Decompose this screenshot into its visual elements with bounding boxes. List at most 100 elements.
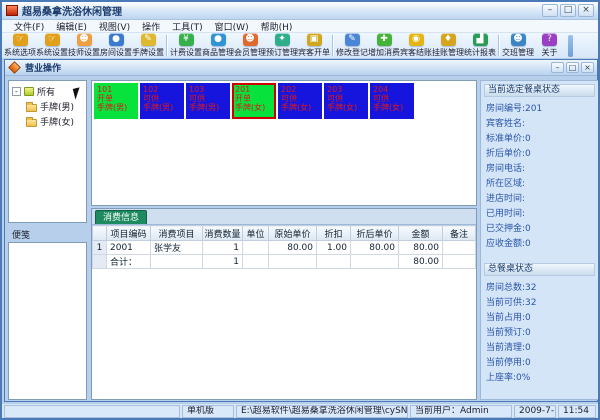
status-field-total-rooms: 房间总数:32 <box>486 281 593 296</box>
statusbar-current-user: 当前用户：Admin <box>410 405 512 418</box>
tree-item-label: 手牌(男) <box>40 100 74 113</box>
business-operations-window: 营业操作 – □ × - 所有 手牌(男) 手牌(女) <box>4 59 598 402</box>
tree-item-label: 手牌(女) <box>40 115 74 128</box>
consumption-table: 项目编码 消费项目 消费数量 单位 原始单价 折扣 折后单价 金额 备注 1 2… <box>92 225 476 269</box>
toolbar-separator <box>332 35 334 56</box>
toolbar-button-statistics-report[interactable]: ▟ 统计报表 <box>464 33 496 58</box>
status-field-room-phone: 房间电话: <box>486 162 593 177</box>
child-window-title: 营业操作 <box>25 61 549 74</box>
memo-box[interactable] <box>8 242 87 400</box>
minimize-button[interactable]: – <box>542 4 558 17</box>
menu-file[interactable]: 文件(F) <box>8 20 50 33</box>
table-header-row: 项目编码 消费项目 消费数量 单位 原始单价 折扣 折后单价 金额 备注 <box>93 226 476 241</box>
status-field-checkin-time: 进店时间: <box>486 192 593 207</box>
booking-icon: ✦ <box>275 33 290 46</box>
status-bar: 单机版 E:\超易软件\超易桑拿洗浴休闲管理\cySNXYData.sys 当前… <box>2 404 598 419</box>
toolbar-button-member-management[interactable]: ☻ 会员管理 <box>234 33 266 58</box>
child-window-body: - 所有 手牌(男) 手牌(女) 便笺 101 开单 <box>5 77 597 401</box>
memo-label: 便笺 <box>12 228 30 241</box>
child-maximize-button[interactable]: □ <box>566 62 579 73</box>
app-icon <box>6 5 18 16</box>
toolbar-button-booking-management[interactable]: ✦ 预订管理 <box>266 33 298 58</box>
toolbar-separator <box>498 35 500 56</box>
menu-view[interactable]: 视图(V) <box>93 20 136 33</box>
toolbar-overflow-handle[interactable] <box>568 35 573 57</box>
menu-tools[interactable]: 工具(T) <box>166 20 209 33</box>
toolbar-button-add-consumption[interactable]: ✚ 增加消费 <box>368 33 400 58</box>
toolbar-button-system-settings[interactable]: ☞ 系统设置 <box>36 33 68 58</box>
handcard-tile-101[interactable]: 101 开单 手牌(男) <box>94 83 138 119</box>
status-field-room-number: 房间编号:201 <box>486 102 593 117</box>
status-field-reserved: 当前预订:0 <box>486 326 593 341</box>
menu-window[interactable]: 窗口(W) <box>209 20 255 33</box>
title-bar: 超易桑拿洗浴休闲管理 – □ × <box>2 2 598 20</box>
status-field-available: 当前可供:32 <box>486 296 593 311</box>
handcard-tile-203[interactable]: 203 可供 手牌(女) <box>324 83 368 119</box>
menu-edit[interactable]: 编辑(E) <box>50 20 93 33</box>
toolbar-button-system-options[interactable]: ☞ 系统选项 <box>4 33 36 58</box>
status-field-guest-name: 宾客姓名: <box>486 117 593 132</box>
application-window: 超易桑拿洗浴休闲管理 – □ × 文件(F) 编辑(E) 视图(V) 操作 工具… <box>0 0 600 420</box>
tree-expander-icon[interactable]: - <box>12 87 21 96</box>
toolbar-button-goods-management[interactable]: ● 商品管理 <box>202 33 234 58</box>
menu-help[interactable]: 帮助(H) <box>255 20 299 33</box>
table-row[interactable]: 1 2001 张学友 1 80.00 1.00 80.00 80.00 <box>93 241 476 255</box>
status-field-area: 所在区域: <box>486 177 593 192</box>
handcard-tile-201-selected[interactable]: 201 开单 手牌(女) <box>232 83 276 119</box>
panel-spacer <box>486 252 593 263</box>
member-icon: ☻ <box>243 33 258 46</box>
child-minimize-button[interactable]: – <box>551 62 564 73</box>
technician-icon: ☻ <box>77 33 92 46</box>
status-field-elapsed-time: 已用时间: <box>486 207 593 222</box>
room-icon: ● <box>109 33 124 46</box>
handcard-tiles-area: 101 开单 手牌(男) 102 可供 手牌(男) 103 可供 手牌(男) 2… <box>91 80 477 206</box>
selected-seat-status-header: 当前选定餐桌状态 <box>484 84 595 97</box>
status-panel: 当前选定餐桌状态 房间编号:201 宾客姓名: 标准单价:0 折后单价:0 房间… <box>480 80 599 400</box>
child-close-button[interactable]: × <box>581 62 594 73</box>
maximize-button[interactable]: □ <box>560 4 576 17</box>
chart-icon: ▟ <box>473 33 488 46</box>
tab-consumption-info[interactable]: 消费信息 <box>95 210 147 224</box>
consumption-panel: 消费信息 项目编码 消费项目 消费数量 单位 原始单价 折扣 <box>91 208 477 400</box>
toolbar-button-billing-settings[interactable]: ¥ 计费设置 <box>170 33 202 58</box>
handcard-tile-103[interactable]: 103 可供 手牌(男) <box>186 83 230 119</box>
business-operations-icon <box>8 61 21 74</box>
statusbar-date: 2009-7-1 <box>514 405 556 418</box>
menu-operation[interactable]: 操作 <box>136 20 166 33</box>
tree-item-handcard-male[interactable]: 手牌(男) <box>9 99 86 114</box>
toolbar-button-handcard-settings[interactable]: ✎ 手牌设置 <box>132 33 164 58</box>
tree-item-handcard-female[interactable]: 手牌(女) <box>9 114 86 129</box>
menu-bar: 文件(F) 编辑(E) 视图(V) 操作 工具(T) 窗口(W) 帮助(H) <box>2 20 598 33</box>
statusbar-mode: 单机版 <box>182 405 234 418</box>
child-title-bar: 营业操作 – □ × <box>5 60 597 76</box>
moneybag-icon: ♦ <box>441 33 456 46</box>
notes-icon <box>24 87 34 96</box>
toolbar-button-shift-management[interactable]: ☻ 交班管理 <box>502 33 534 58</box>
question-icon: ? <box>542 33 557 46</box>
status-field-occupancy-rate: 上座率:0% <box>486 371 593 386</box>
toolbar-button-guest-checkout[interactable]: ◉ 宾客结账 <box>400 33 432 58</box>
toolbar-button-credit-management[interactable]: ♦ 挂账管理 <box>432 33 464 58</box>
pen-icon: ✎ <box>141 33 156 46</box>
toolbar: ☞ 系统选项 ☞ 系统设置 ☻ 技师设置 ● 房间设置 ✎ 手牌设置 ¥ 计费设… <box>2 33 598 59</box>
status-field-discounted-price: 折后单价:0 <box>486 147 593 162</box>
handcard-tile-202[interactable]: 202 可供 手牌(女) <box>278 83 322 119</box>
table-total-row: 合计： 1 80.00 <box>93 255 476 269</box>
status-field-standard-price: 标准单价:0 <box>486 132 593 147</box>
pointing-hand-icon: ☞ <box>45 33 60 46</box>
status-field-amount-due: 应收金额:0 <box>486 237 593 252</box>
tab-strip: 消费信息 <box>92 209 476 225</box>
folder-icon <box>26 119 37 127</box>
toolbar-button-modify-registration[interactable]: ✎ 修改登记 <box>336 33 368 58</box>
toolbar-button-technician-settings[interactable]: ☻ 技师设置 <box>68 33 100 58</box>
toolbar-separator <box>166 35 168 56</box>
handcard-tile-204[interactable]: 204 可供 手牌(女) <box>370 83 414 119</box>
tree-item-label: 所有 <box>37 85 55 98</box>
toolbar-button-room-settings[interactable]: ● 房间设置 <box>100 33 132 58</box>
toolbar-button-about[interactable]: ? 关于 <box>534 33 565 58</box>
close-button[interactable]: × <box>578 4 594 17</box>
toolbar-button-guest-open-bill[interactable]: ▣ 宾客开单 <box>298 33 330 58</box>
statusbar-spacer <box>4 405 180 418</box>
money-icon: ¥ <box>179 33 194 46</box>
handcard-tile-102[interactable]: 102 可供 手牌(男) <box>140 83 184 119</box>
